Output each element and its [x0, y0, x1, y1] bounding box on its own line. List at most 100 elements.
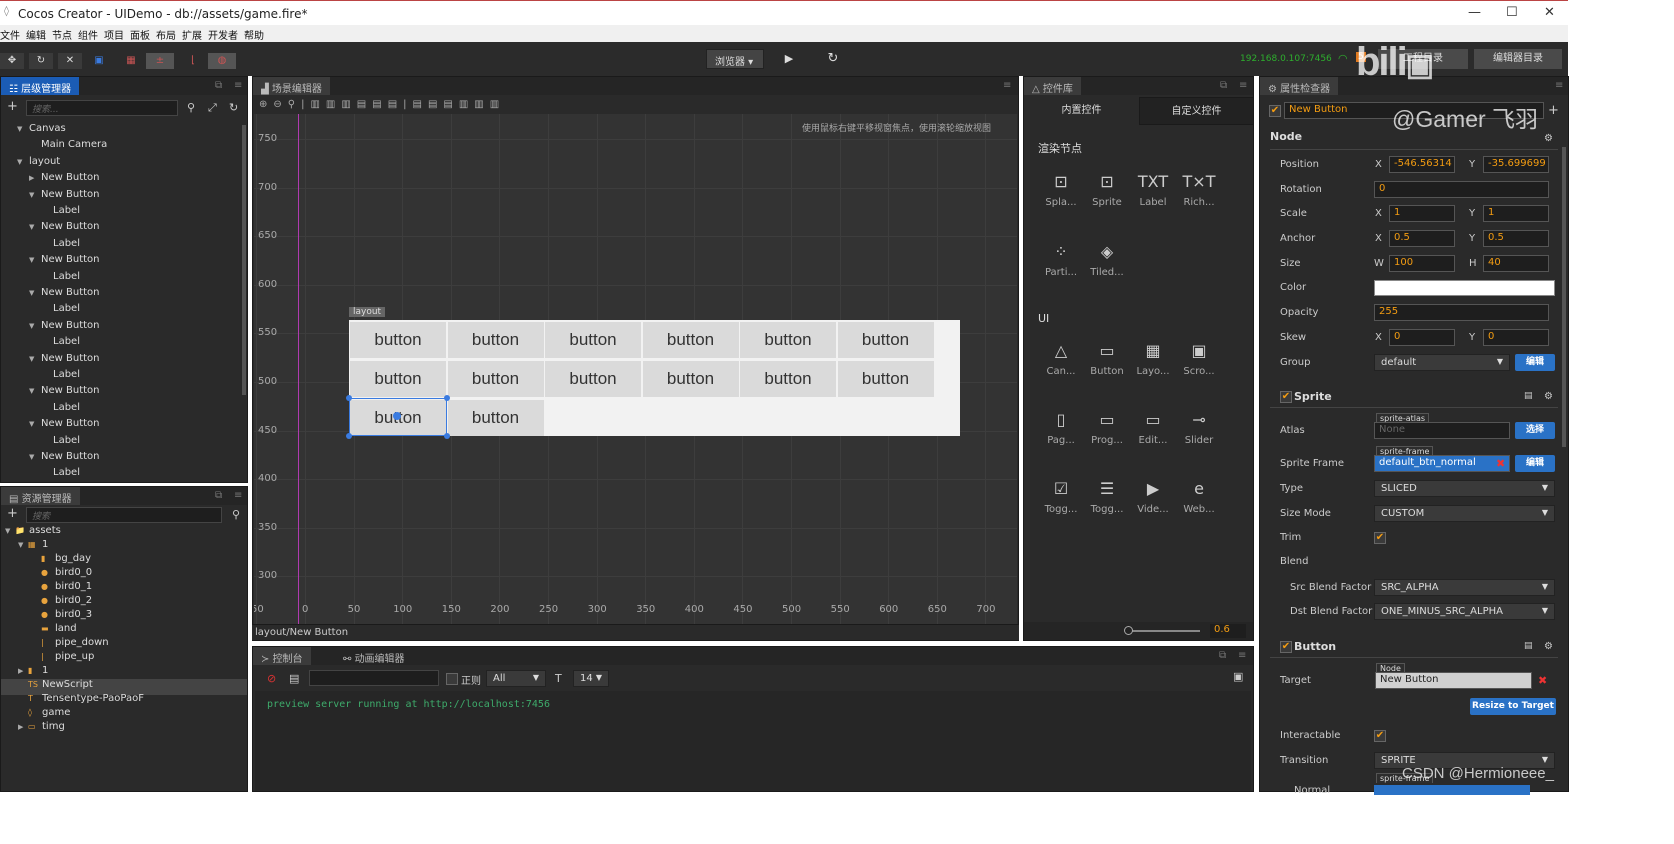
expand-arrow-icon[interactable]: ▶	[29, 174, 41, 182]
asset-item[interactable]: ▶ ▭ timg	[1, 721, 65, 737]
collapse-icon[interactable]: ▣	[1233, 670, 1243, 683]
tree-node[interactable]: ▼ New Button	[29, 221, 100, 237]
tree-node[interactable]: ▼ New Button	[29, 418, 100, 434]
menu-item[interactable]: 扩展	[182, 27, 202, 42]
add-component-icon[interactable]: +	[1548, 103, 1559, 118]
normal-sprite-input[interactable]	[1374, 785, 1530, 795]
tree-node[interactable]: Label	[41, 435, 80, 451]
tree-node[interactable]: ▼ New Button	[29, 287, 100, 303]
menu-item[interactable]: 组件	[78, 27, 98, 42]
tree-node[interactable]: ▼ New Button	[29, 189, 100, 205]
tree-node[interactable]: ▼ New Button	[29, 385, 100, 401]
expand-arrow-icon[interactable]: ▶	[18, 667, 28, 675]
target-input[interactable]: New Button	[1375, 672, 1532, 689]
tree-node[interactable]: ▼ layout	[17, 156, 60, 172]
color-swatch[interactable]	[1374, 280, 1555, 296]
popout-icon[interactable]: ⧉	[215, 490, 222, 501]
button-node[interactable]: button	[447, 322, 544, 358]
widget-button[interactable]: ▭ Button	[1084, 336, 1130, 377]
builtin-widgets-tab[interactable]: 内置控件	[1024, 97, 1139, 125]
expand-arrow-icon[interactable]: ▼	[29, 289, 41, 297]
anchor-y-input[interactable]: 0.5	[1483, 230, 1549, 247]
button-node[interactable]: button	[837, 322, 934, 358]
zoom-slider-handle[interactable]	[1124, 626, 1133, 635]
inspector-tab[interactable]: ⚙ 属性检查器	[1260, 77, 1339, 95]
refresh-icon[interactable]: ↻	[229, 101, 238, 114]
widget-parti[interactable]: ⁘ Parti...	[1038, 237, 1084, 278]
assets-search-input[interactable]: 搜索	[26, 507, 222, 523]
assets-tab[interactable]: ▤ 资源管理器	[1, 487, 80, 505]
sprite-enabled-checkbox[interactable]: ✔	[1280, 391, 1292, 403]
sprite-frame-input[interactable]: default_btn_normal	[1374, 455, 1510, 472]
button-node[interactable]: button	[545, 361, 641, 397]
rect-tool-icon[interactable]: ▣	[87, 53, 111, 69]
atlas-input[interactable]: None	[1374, 422, 1510, 439]
widget-togg[interactable]: ☑ Togg...	[1038, 474, 1084, 515]
widget-web[interactable]: e Web...	[1176, 474, 1222, 515]
log-level-select[interactable]: All	[486, 670, 546, 687]
scale-y-input[interactable]: 1	[1483, 205, 1549, 222]
rotate-tool-icon[interactable]: ↻	[29, 53, 53, 69]
tree-node[interactable]: Label	[41, 303, 80, 319]
resize-to-target-button[interactable]: Resize to Target	[1470, 698, 1556, 715]
menu-item[interactable]: 编辑	[26, 27, 46, 42]
button-node[interactable]: button	[642, 361, 739, 397]
expand-arrow-icon[interactable]: ▼	[29, 223, 41, 231]
button-node[interactable]: button	[447, 400, 544, 436]
group-edit-button[interactable]: 编辑	[1515, 354, 1555, 371]
open-log-icon[interactable]: ▤	[289, 672, 299, 685]
expand-arrow-icon[interactable]: ▼	[5, 527, 15, 535]
expand-arrow-icon[interactable]: ▼	[29, 191, 41, 199]
tree-node[interactable]: Label	[41, 238, 80, 254]
type-select[interactable]: SLICED	[1374, 480, 1555, 497]
anchor-handle[interactable]	[393, 412, 401, 420]
menu-icon[interactable]: ≡	[1003, 80, 1011, 91]
trim-checkbox[interactable]: ✔	[1374, 532, 1386, 544]
add-asset-icon[interactable]: +	[7, 506, 18, 521]
clear-console-icon[interactable]: ⊘	[267, 672, 276, 685]
zoom-value[interactable]: 0.6	[1210, 624, 1246, 638]
tree-node[interactable]: Label	[41, 467, 80, 481]
menu-item[interactable]: 节点	[52, 27, 72, 42]
tree-node[interactable]: Label	[41, 402, 80, 418]
scene-canvas[interactable]: 750 700 650 600 550 500 450 400 350 300 -50 0 50 100 1…	[254, 114, 1017, 624]
tree-node[interactable]: Label	[41, 369, 80, 385]
interactable-checkbox[interactable]: ✔	[1374, 730, 1386, 742]
tree-node[interactable]: ▼ New Button	[29, 353, 100, 369]
gear-icon[interactable]: ⚙	[1544, 391, 1553, 402]
tree-node[interactable]: ▼ New Button	[29, 254, 100, 270]
scene-tab[interactable]: ▟ 场景编辑器	[253, 77, 330, 95]
expand-icon[interactable]: ⤢	[208, 101, 217, 115]
tree-node[interactable]: Main Camera	[29, 139, 107, 155]
menu-item[interactable]: 项目	[104, 27, 124, 42]
rotation-input[interactable]: 0	[1374, 181, 1549, 198]
position-x-input[interactable]: -546.56314	[1389, 156, 1455, 173]
button-enabled-checkbox[interactable]: ✔	[1280, 641, 1292, 653]
button-node[interactable]: button	[642, 322, 739, 358]
hierarchy-scrollbar[interactable]	[242, 125, 246, 395]
tree-node[interactable]: ▼ Canvas	[17, 123, 66, 139]
menu-icon[interactable]: ≡	[1238, 650, 1246, 661]
browser-select[interactable]: 浏览器 ▾	[706, 49, 764, 69]
widget-edit[interactable]: ▭ Edit...	[1130, 405, 1176, 446]
zoom-slider[interactable]	[1128, 630, 1200, 632]
refresh-button[interactable]: ↻	[816, 49, 850, 69]
console-filter-input[interactable]	[309, 670, 439, 686]
animation-tab[interactable]: ⚯ 动画编辑器	[335, 647, 413, 665]
menu-item[interactable]: 帮助	[244, 27, 264, 42]
menu-icon[interactable]: ≡	[1555, 80, 1563, 91]
scale-x-input[interactable]: 1	[1389, 205, 1455, 222]
button-node[interactable]: button	[350, 322, 446, 358]
widget-rich[interactable]: T×T Rich...	[1176, 167, 1222, 208]
expand-arrow-icon[interactable]: ▶	[18, 723, 28, 731]
widget-pag[interactable]: ▯ Pag...	[1038, 405, 1084, 446]
resize-handle[interactable]	[444, 433, 450, 439]
maximize-button[interactable]: ☐	[1506, 5, 1518, 20]
button-node[interactable]: button	[545, 322, 641, 358]
menu-icon[interactable]: ≡	[234, 490, 242, 501]
preview-ip[interactable]: 192.168.0.107:7456	[1240, 54, 1332, 64]
button-node[interactable]: button	[447, 361, 544, 397]
search-icon[interactable]: ⚲	[232, 508, 240, 521]
help-icon[interactable]: ▤	[1524, 641, 1533, 651]
menu-icon[interactable]: ≡	[234, 80, 242, 91]
